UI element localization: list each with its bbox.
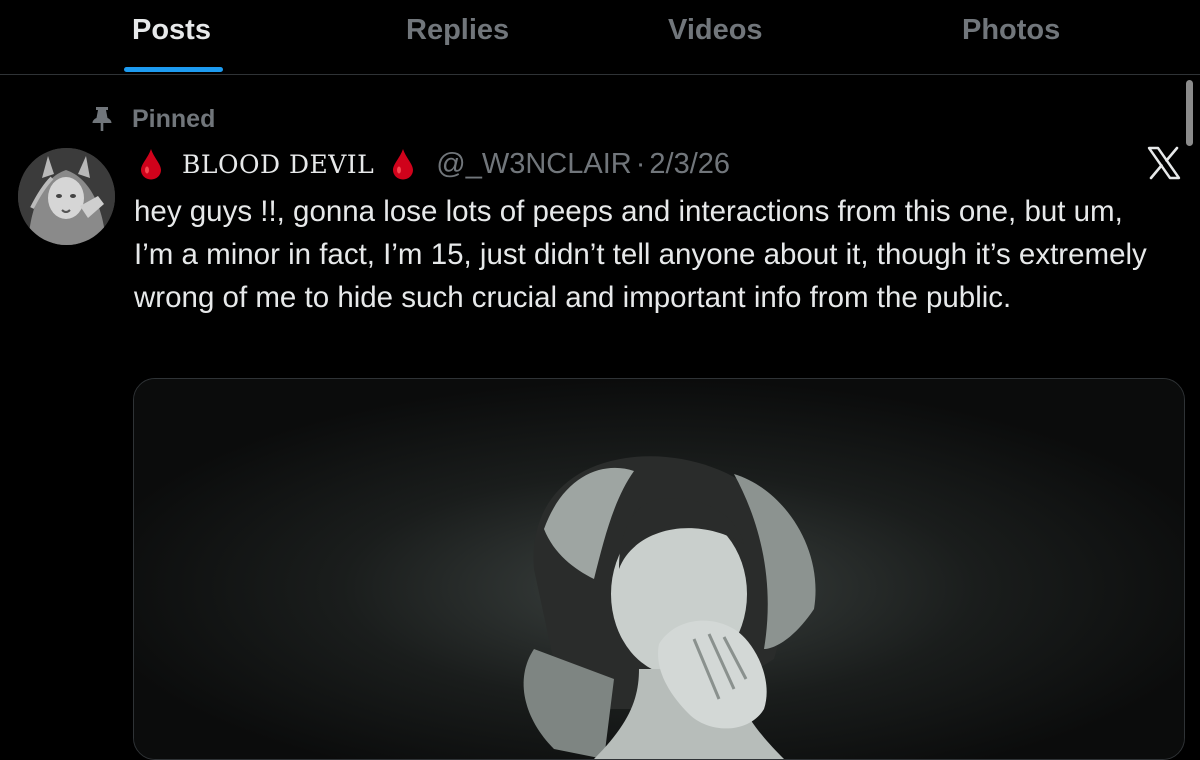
active-tab-indicator	[124, 67, 223, 72]
x-logo-icon	[1147, 146, 1181, 180]
post-header: BLOOD DEVIL @_W3NCLAIR · 2/3/26	[140, 144, 730, 184]
tab-photos[interactable]: Photos	[962, 14, 1060, 47]
tab-videos[interactable]: Videos	[668, 14, 763, 47]
pin-icon	[90, 106, 114, 132]
pinned-indicator: Pinned	[90, 102, 215, 136]
post-media-image[interactable]	[133, 378, 1185, 760]
blood-drop-icon	[392, 148, 414, 180]
tab-replies[interactable]: Replies	[406, 14, 509, 47]
profile-tabs: Posts Replies Videos Photos	[0, 0, 1200, 75]
avatar[interactable]	[18, 148, 115, 245]
separator-dot: ·	[635, 147, 646, 180]
author-handle[interactable]: @_W3NCLAIR	[436, 148, 631, 181]
pinned-label: Pinned	[132, 104, 216, 133]
post-date[interactable]: 2/3/26	[649, 148, 730, 181]
tab-posts[interactable]: Posts	[132, 14, 211, 47]
scrollbar-thumb[interactable]	[1186, 80, 1193, 146]
post-text: hey guys !!, gonna lose lots of peeps an…	[134, 195, 1147, 314]
author-display-name[interactable]: BLOOD DEVIL	[182, 150, 374, 179]
blood-drop-icon	[140, 148, 162, 180]
